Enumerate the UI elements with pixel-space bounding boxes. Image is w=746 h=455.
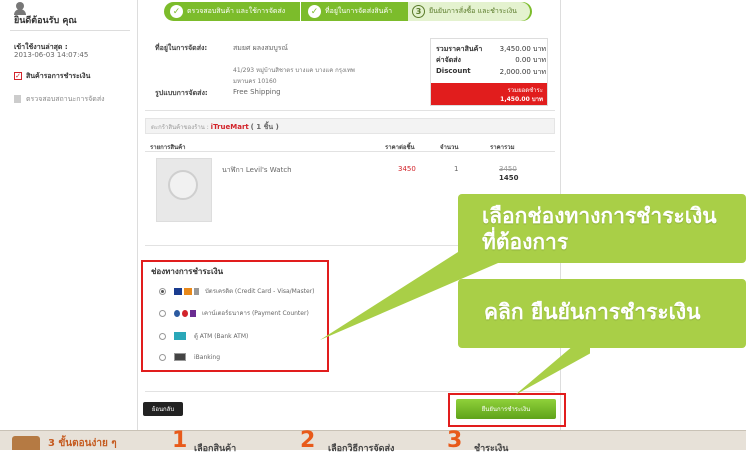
callout-pointer-confirm xyxy=(515,340,590,395)
step-3-number: 3 xyxy=(412,5,425,18)
product-original-total: 3450 xyxy=(499,165,517,173)
greeting: ยินดีต้อนรับ คุณ xyxy=(14,16,77,26)
last-login-date: 2013-06-03 14:07:45 xyxy=(14,51,89,59)
shipping-label: รูปแบบการจัดส่ง: xyxy=(155,89,208,97)
mastercard-icon xyxy=(184,287,192,295)
step-2: ✓ ที่อยู่ในการจัดส่งสินค้า xyxy=(308,2,392,21)
sidebar-item-label: สินค้ารอการชำระเงิน xyxy=(26,72,91,80)
sidebar xyxy=(0,0,135,430)
divider xyxy=(145,151,555,152)
sidebar-item-label: ตรวจสอบสถานะการจัดส่ง xyxy=(26,95,105,103)
step-3-label: ยืนยันการสั่งซื้อ และชำระเงิน xyxy=(429,7,517,15)
shopping-bag-icon xyxy=(12,436,40,450)
summary-shipping-label: ค่าจัดส่ง xyxy=(436,56,461,64)
step-1: ✓ ตรวจสอบสินค้า และใช้การจัดส่ง xyxy=(170,2,285,21)
payment-option-label: เคาน์เตอร์ธนาคาร (Payment Counter) xyxy=(202,310,309,317)
store-name[interactable]: iTrueMart xyxy=(211,123,249,131)
step-separator xyxy=(300,2,301,21)
bank-logo-icon xyxy=(182,309,188,317)
check-icon: ✓ xyxy=(170,5,183,18)
divider xyxy=(145,110,555,111)
radio-button[interactable] xyxy=(159,309,166,317)
bank-logo-icon xyxy=(174,309,180,317)
payment-option-counter[interactable]: เคาน์เตอร์ธนาคาร (Payment Counter) xyxy=(159,308,309,318)
document-icon xyxy=(14,95,21,103)
banner-step-1-label: เลือกสินค้า xyxy=(194,444,237,454)
check-icon: ✓ xyxy=(308,5,321,18)
summary-total-value: 1,450.00 บาท xyxy=(500,96,543,103)
product-total: 1450 xyxy=(499,174,519,182)
callout-click-confirm: คลิก ยืนยันการชำระเงิน xyxy=(458,279,746,348)
address-label: ที่อยู่ในการจัดส่ง: xyxy=(155,44,208,52)
product-unit-price: 3450 xyxy=(398,165,416,173)
payment-option-label: บัตรเครดิต (Credit Card - Visa/Master) xyxy=(205,288,315,295)
address-line-2: มหานคร 10160 xyxy=(233,78,277,85)
banner-title: 3 ขั้นตอนง่าย ๆ xyxy=(48,438,117,449)
summary-discount-value: 2,000.00 บาท xyxy=(499,68,546,76)
payment-option-atm[interactable]: ตู้ ATM (Bank ATM) xyxy=(159,331,248,341)
banner-step-2-number: 2 xyxy=(300,428,316,453)
payment-option-ibanking[interactable]: iBanking xyxy=(159,352,220,362)
address-line-1: 41/293 หมู่บ้านสิชาตร บางแค บางแค กรุงเท… xyxy=(233,67,355,74)
summary-subtotal-value: 3,450.00 บาท xyxy=(499,45,546,53)
step-3: 3 ยืนยันการสั่งซื้อ และชำระเงิน xyxy=(408,2,530,21)
summary-discount-label: Discount xyxy=(436,67,471,75)
callout-select-line-2: ที่ต้องการ xyxy=(482,230,569,254)
summary-total: รวมยอดชำระ 1,450.00 บาท xyxy=(431,83,547,105)
sidebar-item-pending-payment[interactable]: ✓ สินค้ารอการชำระเงิน xyxy=(14,71,90,82)
product-quantity: 1 xyxy=(454,165,459,173)
payment-option-label: ตู้ ATM (Bank ATM) xyxy=(194,333,249,340)
payment-option-label: iBanking xyxy=(194,353,221,361)
radio-button[interactable] xyxy=(159,287,166,295)
banner-step-3-label: ชำระเงิน xyxy=(474,444,509,454)
banner-step-2-label: เลือกวิธีการจัดส่ง xyxy=(328,444,395,454)
computer-icon xyxy=(174,353,186,361)
step-2-label: ที่อยู่ในการจัดส่งสินค้า xyxy=(325,7,393,15)
summary-total-label: รวมยอดชำระ xyxy=(507,87,543,94)
store-cart-bar: ตะกร้าสินค้าของร้าน : iTrueMart ( 1 ชิ้น… xyxy=(145,118,555,134)
sidebar-divider xyxy=(10,30,130,31)
checkbox-icon: ✓ xyxy=(14,72,22,80)
bank-logo-icon xyxy=(190,309,196,317)
step-1-label: ตรวจสอบสินค้า และใช้การจัดส่ง xyxy=(187,7,286,15)
watch-icon xyxy=(168,170,198,200)
product-name[interactable]: นาฬิกา Levil's Watch xyxy=(222,165,292,176)
shipping-value: Free Shipping xyxy=(233,88,281,96)
summary-subtotal-label: รวมราคาสินค้า xyxy=(436,45,483,53)
address-name: สมยศ ผลงสมบูรณ์ xyxy=(233,44,289,52)
callout-select-line-1: เลือกช่องทางการชำระเงิน xyxy=(482,204,717,228)
payment-option-credit-card[interactable]: บัตรเครดิต (Credit Card - Visa/Master) xyxy=(159,286,315,296)
back-button[interactable]: ย้อนกลับ xyxy=(143,402,183,416)
card-icon xyxy=(194,287,199,295)
store-item-count: ( 1 ชิ้น ) xyxy=(250,123,279,131)
summary-shipping-value: 0.00 บาท xyxy=(515,56,546,64)
radio-button[interactable] xyxy=(159,353,166,361)
store-prefix: ตะกร้าสินค้าของร้าน : xyxy=(151,124,209,131)
callout-select-payment: เลือกช่องทางการชำระเงิน ที่ต้องการ xyxy=(458,194,746,263)
banner-step-3-number: 3 xyxy=(447,428,463,453)
atm-card-icon xyxy=(174,332,186,340)
payment-title: ช่องทางการชำระเงิน xyxy=(151,267,224,276)
visa-icon xyxy=(174,287,182,295)
sidebar-item-shipping-status[interactable]: ตรวจสอบสถานะการจัดส่ง xyxy=(14,94,105,105)
banner-step-1-number: 1 xyxy=(172,428,188,453)
radio-button[interactable] xyxy=(159,332,166,340)
callout-click-text: คลิก ยืนยันการชำระเงิน xyxy=(484,300,701,324)
